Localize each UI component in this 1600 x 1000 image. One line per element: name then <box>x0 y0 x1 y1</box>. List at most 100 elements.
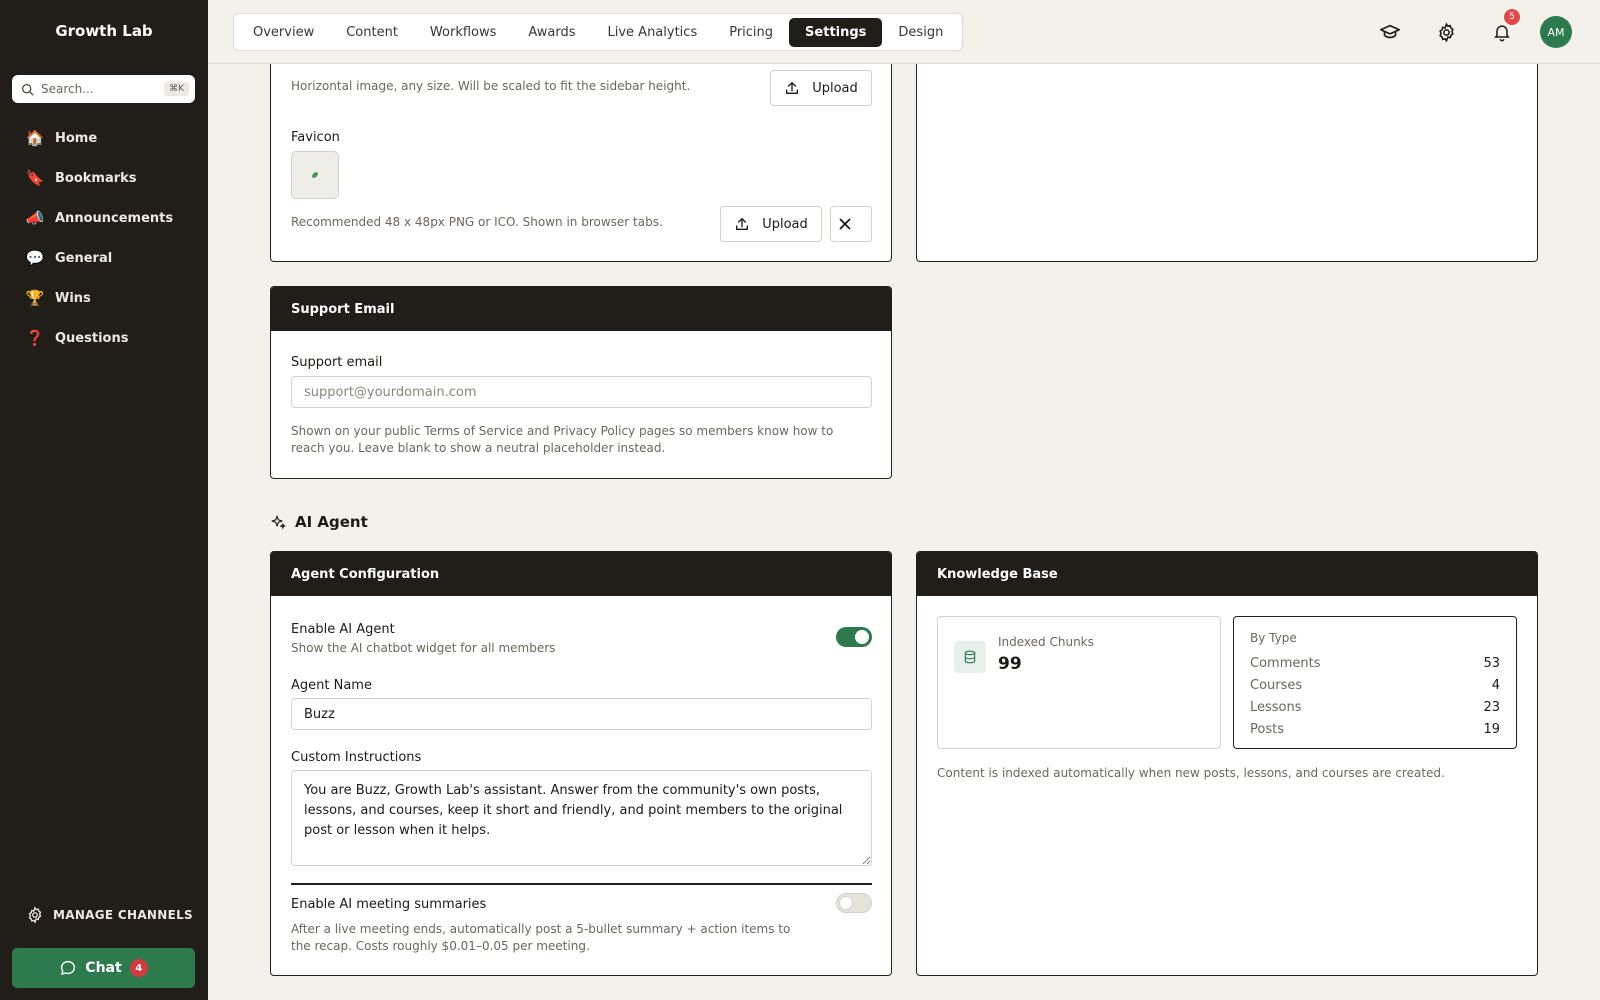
upload-icon <box>786 82 799 94</box>
sidebar-item-questions[interactable]: ❓ Questions <box>12 318 196 358</box>
sidebar-item-label: Wins <box>55 290 91 306</box>
tab-settings[interactable]: Settings <box>789 17 883 47</box>
tab-design[interactable]: Design <box>882 18 959 47</box>
settings-button[interactable] <box>1428 14 1464 50</box>
logo-hint: Horizontal image, any size. Will be scal… <box>291 79 691 93</box>
house-icon: 🏠 <box>25 129 45 147</box>
custom-instructions-field[interactable]: You are Buzz, Growth Lab's assistant. An… <box>291 770 872 866</box>
card-title: Support Email <box>271 287 891 331</box>
bell-icon <box>1494 25 1510 42</box>
type-count: 19 <box>1483 721 1500 737</box>
type-name: Courses <box>1250 677 1303 693</box>
agent-name-field[interactable] <box>291 698 872 730</box>
bookmark-icon: 🔖 <box>25 169 45 187</box>
type-count: 53 <box>1483 655 1500 671</box>
gear-icon <box>1438 22 1454 42</box>
enable-agent-label: Enable AI Agent <box>291 622 395 637</box>
card-title: Agent Configuration <box>271 552 891 596</box>
sidebar-item-label: Questions <box>55 330 129 346</box>
brand-name: Growth Lab <box>55 22 153 40</box>
meeting-summaries-hint: After a live meeting ends, automatically… <box>291 922 791 953</box>
favicon-label: Favicon <box>291 130 340 145</box>
trophy-icon: 🏆 <box>25 289 45 307</box>
type-name: Posts <box>1250 721 1284 737</box>
by-type-breakdown: By Type Comments 53 Courses 4 Lessons 23 Po… <box>1233 616 1517 749</box>
leaf-icon <box>312 172 318 178</box>
search-shortcut: ⌘K <box>164 82 189 96</box>
type-row-courses: Courses 4 <box>1250 674 1500 696</box>
tab-overview[interactable]: Overview <box>237 18 330 47</box>
remove-favicon-button[interactable] <box>830 206 872 242</box>
chat-button[interactable]: Chat 4 <box>12 948 195 988</box>
branding-card: Horizontal image, any size. Will be scal… <box>270 40 892 262</box>
tab-workflows[interactable]: Workflows <box>414 18 512 47</box>
sidebar-item-announcements[interactable]: 📣 Announcements <box>12 198 196 238</box>
type-row-lessons: Lessons 23 <box>1250 696 1500 718</box>
manage-channels-button[interactable]: MANAGE CHANNELS <box>26 906 193 924</box>
sidebar-item-general[interactable]: 💬 General <box>12 238 196 278</box>
sidebar-item-label: General <box>55 250 113 266</box>
tab-live-analytics[interactable]: Live Analytics <box>592 18 714 47</box>
courses-button[interactable] <box>1372 14 1408 50</box>
sidebar-item-label: Home <box>55 130 98 146</box>
megaphone-icon: 📣 <box>25 209 45 227</box>
support-email-card: Support Email Support email Shown on you… <box>270 286 892 479</box>
tab-pricing[interactable]: Pricing <box>713 18 789 47</box>
meeting-summaries-toggle[interactable] <box>836 893 872 913</box>
indexed-chunks-stat: Indexed Chunks 99 <box>937 616 1221 749</box>
type-row-posts: Posts 19 <box>1250 718 1500 740</box>
type-count: 23 <box>1483 699 1500 715</box>
support-email-label: Support email <box>291 355 383 370</box>
tab-awards[interactable]: Awards <box>512 18 591 47</box>
channel-list: 🏠 Home 🔖 Bookmarks 📣 Announcements 💬 General… <box>12 118 196 358</box>
knowledge-base-card: Knowledge Base Indexed Chunks 99 By Type… <box>916 551 1538 976</box>
support-email-hint: Shown on your public Terms of Service an… <box>291 424 834 455</box>
favicon-hint: Recommended 48 x 48px PNG or ICO. Shown … <box>291 215 663 229</box>
upload-label: Upload <box>812 80 858 96</box>
upload-icon <box>736 218 749 230</box>
graduation-cap-icon <box>1380 24 1400 39</box>
support-email-wrapper <box>291 376 872 408</box>
favicon-upload-button[interactable]: Upload <box>720 206 822 242</box>
speech-bubble-icon: 💬 <box>25 249 45 267</box>
agent-name-wrapper <box>291 698 872 730</box>
tab-bar: Overview Content Workflows Awards Live A… <box>233 13 964 51</box>
enable-agent-toggle[interactable] <box>836 627 872 647</box>
close-icon <box>839 218 851 230</box>
upload-label: Upload <box>762 216 808 232</box>
logo-upload-button[interactable]: Upload <box>770 70 872 106</box>
type-row-comments: Comments 53 <box>1250 652 1500 674</box>
indexed-chunks-value: 99 <box>998 654 1022 674</box>
card-title: Knowledge Base <box>917 552 1537 596</box>
custom-instructions-wrapper: You are Buzz, Growth Lab's assistant. An… <box>291 770 872 870</box>
knowledge-base-note: Content is indexed automatically when ne… <box>937 766 1445 780</box>
sidebar-item-home[interactable]: 🏠 Home <box>12 118 196 158</box>
sidebar-item-label: Bookmarks <box>55 170 137 186</box>
gear-icon <box>28 906 42 924</box>
database-icon-wrapper <box>954 641 986 673</box>
type-name: Comments <box>1250 655 1321 671</box>
top-bar: Overview Content Workflows Awards Live A… <box>208 0 1600 64</box>
enable-agent-hint: Show the AI chatbot widget for all membe… <box>291 641 556 655</box>
search-input[interactable]: Search... ⌘K <box>12 75 195 103</box>
avatar[interactable]: AM <box>1540 16 1572 48</box>
type-name: Lessons <box>1250 699 1302 715</box>
by-type-label: By Type <box>1250 631 1297 645</box>
sidebar-item-wins[interactable]: 🏆 Wins <box>12 278 196 318</box>
custom-instructions-label: Custom Instructions <box>291 750 422 765</box>
chat-bubble-icon <box>61 960 76 976</box>
sidebar-item-bookmarks[interactable]: 🔖 Bookmarks <box>12 158 196 198</box>
sparkles-icon <box>271 515 286 529</box>
chat-label: Chat <box>85 960 122 976</box>
search-icon <box>21 83 34 95</box>
chat-count-badge: 4 <box>129 959 148 977</box>
notification-badge: 5 <box>1504 9 1520 25</box>
notifications-button[interactable]: 5 <box>1484 9 1520 50</box>
tab-content[interactable]: Content <box>330 18 414 47</box>
ai-agent-section-title: AI Agent <box>270 513 368 531</box>
meeting-summaries-label: Enable AI meeting summaries <box>291 897 487 912</box>
toggle-knob <box>839 896 853 910</box>
support-email-field[interactable] <box>291 376 872 408</box>
top-actions: 5 AM <box>1352 9 1572 50</box>
indexed-chunks-label: Indexed Chunks <box>998 635 1094 649</box>
